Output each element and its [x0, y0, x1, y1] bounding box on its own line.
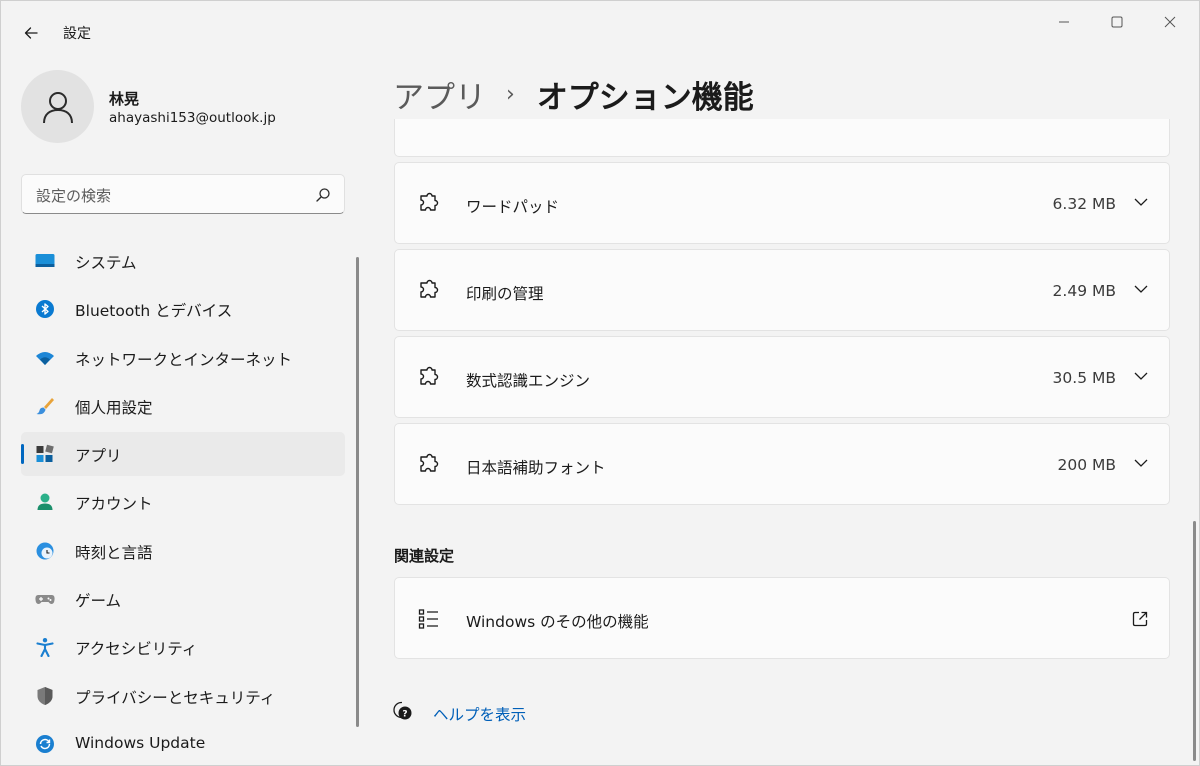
sidebar-item-label: アクセシビリティ — [75, 640, 198, 659]
search-input[interactable]: 設定の検索 — [36, 185, 111, 206]
sidebar-item-gaming[interactable]: ゲーム — [21, 577, 345, 621]
user-email: ahayashi153@outlook.jp — [109, 110, 276, 126]
chevron-down-icon[interactable] — [1133, 455, 1149, 471]
apps-icon — [36, 444, 54, 463]
sidebar-item-accounts[interactable]: アカウント — [21, 480, 345, 524]
shield-icon — [37, 686, 53, 705]
feature-size: 2.49 MB — [1052, 282, 1116, 300]
sidebar-item-label: システム — [75, 254, 137, 272]
back-button[interactable] — [15, 19, 47, 47]
sidebar-item-label: 個人用設定 — [75, 398, 153, 417]
accessibility-icon — [36, 638, 54, 658]
bluetooth-icon — [36, 300, 54, 319]
maximize-button[interactable] — [1094, 7, 1140, 37]
show-help-link[interactable]: ヘルプを表示 — [433, 703, 526, 725]
breadcrumb: アプリ › オプション機能 — [393, 71, 754, 117]
feature-card[interactable]: 日本語補助フォント 200 MB — [394, 423, 1170, 505]
chevron-down-icon[interactable] — [1133, 194, 1149, 210]
feature-card[interactable]: 印刷の管理 2.49 MB — [394, 249, 1170, 331]
sidebar-item-bluetooth[interactable]: Bluetooth とデバイス — [21, 287, 345, 331]
feature-name: 印刷の管理 — [466, 285, 544, 303]
sidebar-item-accessibility[interactable]: アクセシビリティ — [21, 625, 345, 669]
svg-text:?: ? — [402, 710, 407, 720]
list-icon — [418, 609, 438, 629]
sidebar-item-label: Windows Update — [75, 733, 206, 752]
back-arrow-icon — [24, 27, 38, 39]
puzzle-icon — [420, 453, 439, 472]
settings-search-box[interactable]: 設定の検索 — [21, 174, 345, 214]
sidebar-item-network[interactable]: ネットワークとインターネット — [21, 336, 345, 380]
chevron-down-icon[interactable] — [1133, 281, 1149, 297]
sidebar-item-label: プライバシーとセキュリティ — [75, 688, 276, 707]
more-windows-features-card[interactable]: Windows のその他の機能 — [394, 577, 1170, 659]
app-title: 設定 — [63, 26, 91, 42]
sidebar-item-label: アカウント — [75, 495, 153, 514]
feature-size: 30.5 MB — [1052, 369, 1116, 387]
feature-card[interactable]: ワードパッド 6.32 MB — [394, 162, 1170, 244]
puzzle-icon — [420, 279, 439, 298]
user-name: 林晃 — [109, 90, 140, 108]
chevron-down-icon[interactable] — [1133, 368, 1149, 384]
gamepad-icon — [35, 595, 55, 605]
feature-name: ワードパッド — [466, 198, 560, 216]
account-icon — [37, 493, 53, 511]
puzzle-icon — [420, 366, 439, 385]
sidebar-item-personalization[interactable]: 個人用設定 — [21, 384, 345, 428]
windows-update-icon — [36, 734, 54, 753]
sidebar-item-label: ゲーム — [75, 592, 122, 611]
related-settings-heading: 関連設定 — [394, 547, 455, 565]
minimize-button[interactable] — [1041, 7, 1087, 37]
person-icon — [42, 91, 73, 123]
wifi-icon — [36, 351, 54, 365]
chevron-right-icon: › — [506, 81, 515, 107]
sidebar-item-windows-update[interactable]: Windows Update — [21, 722, 345, 765]
sidebar-item-label: 時刻と言語 — [75, 543, 153, 562]
sidebar-item-system[interactable]: システム — [21, 239, 345, 283]
puzzle-icon — [420, 192, 439, 211]
close-button[interactable] — [1147, 7, 1193, 37]
related-item-label: Windows のその他の機能 — [466, 613, 649, 631]
sidebar-item-label: Bluetooth とデバイス — [75, 302, 233, 321]
help-icon: ? — [393, 701, 412, 720]
search-icon[interactable] — [314, 186, 332, 204]
sidebar-item-label: ネットワークとインターネット — [75, 350, 293, 369]
user-profile[interactable]: 林晃 ahayashi153@outlook.jp — [21, 70, 341, 144]
avatar — [21, 70, 94, 143]
sidebar-scrollbar[interactable] — [356, 257, 359, 727]
feature-card-partial[interactable] — [394, 119, 1170, 157]
open-external-icon[interactable] — [1131, 610, 1149, 628]
main-scrollbar[interactable] — [1193, 521, 1196, 761]
sidebar-item-label: アプリ — [75, 447, 122, 466]
feature-name: 数式認識エンジン — [466, 372, 591, 390]
sidebar-nav: システム Bluetooth とデバイス ネットワークとインターネット 個人用設… — [21, 239, 345, 765]
close-icon — [1164, 16, 1176, 28]
minimize-icon — [1059, 21, 1069, 23]
title-bar: 設定 — [1, 1, 1199, 63]
feature-size: 200 MB — [1057, 456, 1116, 474]
system-icon — [35, 254, 55, 267]
sidebar-item-privacy-security[interactable]: プライバシーとセキュリティ — [21, 674, 345, 718]
sidebar-item-time-language[interactable]: 時刻と言語 — [21, 529, 345, 573]
time-language-icon — [36, 542, 54, 560]
maximize-icon — [1111, 16, 1123, 28]
feature-card[interactable]: 数式認識エンジン 30.5 MB — [394, 336, 1170, 418]
breadcrumb-parent-link[interactable]: アプリ — [393, 72, 486, 117]
settings-window: 設定 林晃 ahayashi153@outlook.jp 設定の検索 システム … — [0, 0, 1200, 766]
feature-name: 日本語補助フォント — [466, 459, 606, 477]
page-title: オプション機能 — [536, 79, 754, 116]
sidebar-item-apps[interactable]: アプリ — [21, 432, 345, 477]
feature-size: 6.32 MB — [1052, 195, 1116, 213]
brush-icon — [36, 397, 54, 415]
